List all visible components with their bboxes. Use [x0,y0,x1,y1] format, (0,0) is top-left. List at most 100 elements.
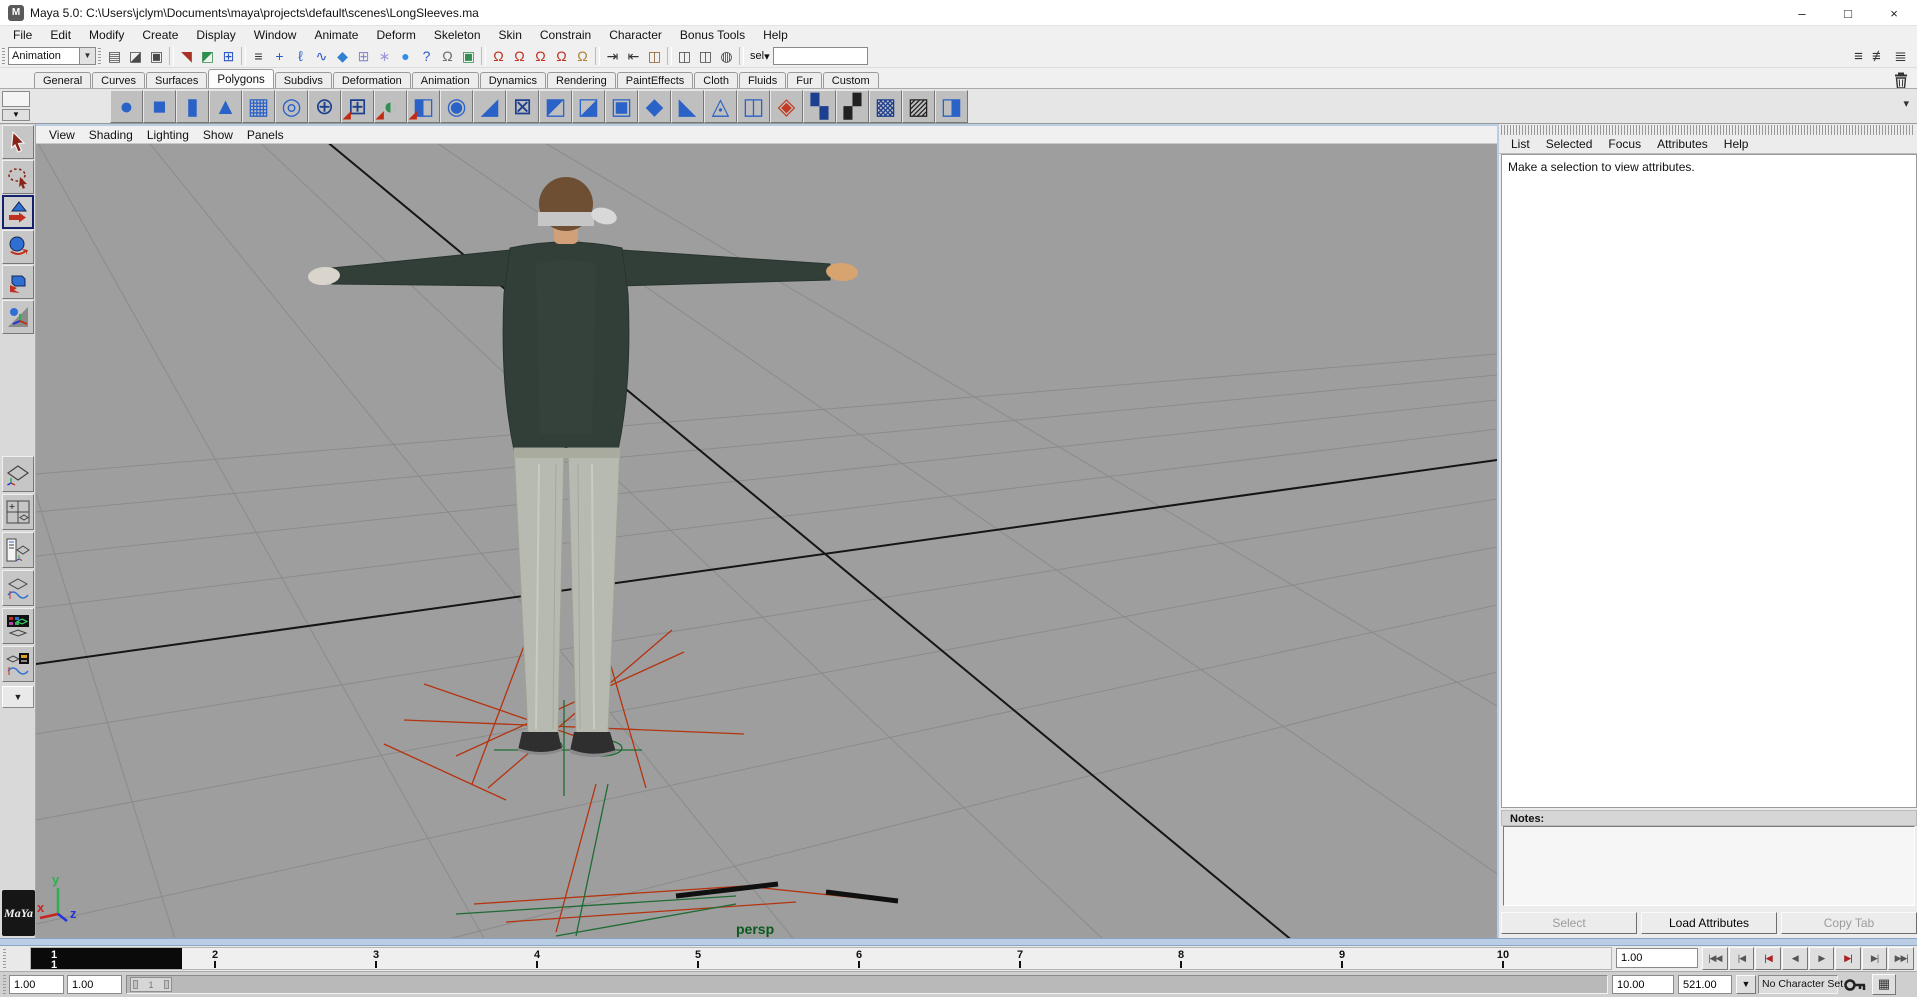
select-object-icon[interactable]: ◩ [197,46,218,66]
select-button[interactable]: Select [1501,912,1637,934]
render-current-frame-icon[interactable]: ◫ [674,46,695,66]
panel-splitter[interactable] [0,938,1917,946]
shelf-overflow-arrow-icon[interactable]: ▾ [1903,97,1909,110]
mask-handles-icon[interactable]: ℓ [290,46,311,66]
range-slider-drag-handle[interactable] [3,975,6,994]
menu-help[interactable]: Help [754,26,797,45]
extrude-edge-icon[interactable]: ◪ [572,90,605,123]
viewport-menu-panels[interactable]: Panels [240,127,291,143]
perspective-viewport-panel[interactable]: ViewShadingLightingShowPanels [36,124,1497,938]
animation-start-field[interactable] [9,975,64,994]
poly-sphere-icon[interactable]: ● [110,90,143,123]
uv-checker-icon[interactable]: ▞ [836,90,869,123]
split-polygon-tool-icon[interactable]: ⊠ [506,90,539,123]
shelf-item-view-button[interactable] [2,91,30,107]
ae-menu-focus[interactable]: Focus [1600,135,1649,154]
highlight-selection-icon[interactable]: ▣ [458,46,479,66]
script-editor-icon[interactable]: ▦ [1872,974,1896,995]
extract-icon[interactable]: ◧◢ [407,90,440,123]
copy-tab-button[interactable]: Copy Tab [1781,912,1917,934]
menu-edit[interactable]: Edit [41,26,80,45]
shelf-tab-fur[interactable]: Fur [787,72,822,88]
layout-more-button[interactable]: ▼ [2,686,34,708]
shelf-tab-fluids[interactable]: Fluids [739,72,786,88]
rotate-tool[interactable] [2,230,34,264]
layout-persp-outliner-button[interactable] [2,532,34,568]
select-component-icon[interactable]: ⊞ [218,46,239,66]
playback-start-field[interactable] [67,975,122,994]
subdivide-icon[interactable]: ◢ [473,90,506,123]
mask-points-icon[interactable]: + [269,46,290,66]
layout-persp-graph-button[interactable] [2,570,34,606]
range-handle-left-grip[interactable] [133,980,138,989]
scale-tool[interactable] [2,265,34,299]
attribute-editor-drag-handle[interactable] [1501,125,1915,135]
notes-field[interactable] [1503,826,1915,906]
close-button[interactable]: × [1871,0,1917,26]
mask-surfaces-icon[interactable]: ◆ [332,46,353,66]
uv-mapping-icon[interactable]: ▚ [803,90,836,123]
poke-face-icon[interactable]: ◬ [704,90,737,123]
step-forward-key-button[interactable]: ▶| [1835,947,1861,970]
layout-four-view-button[interactable] [2,494,34,530]
shelf-tab-general[interactable]: General [34,72,91,88]
uv-snapshot-icon[interactable]: ▨ [902,90,935,123]
combine-icon[interactable]: ◐◢ [374,90,407,123]
character-set-indicator[interactable]: No Character Set [1758,975,1838,994]
new-scene-icon[interactable]: ▤ [104,46,125,66]
layout-hypergraph-persp-button[interactable] [2,608,34,644]
status-line-drag-handle[interactable] [2,48,5,65]
mask-curves-icon[interactable]: ∿ [311,46,332,66]
ae-menu-help[interactable]: Help [1716,135,1757,154]
animation-end-field[interactable] [1678,975,1732,994]
quick-select-input[interactable] [773,47,868,65]
save-scene-icon[interactable]: ▣ [146,46,167,66]
play-backwards-button[interactable]: ◀ [1782,947,1808,970]
show-channels-layers-icon[interactable]: ≣ [1890,46,1911,66]
ipr-render-icon[interactable]: ◫ [695,46,716,66]
time-slider[interactable]: 1 12345678910 [30,947,1612,970]
quick-select-arrow-icon[interactable]: ▾ [764,50,770,63]
lock-icon[interactable]: Ω [437,46,458,66]
show-layer-editor-icon[interactable]: ≢ [1869,46,1890,66]
move-tool[interactable] [2,195,34,229]
load-attributes-button[interactable]: Load Attributes [1641,912,1777,934]
show-channel-box-icon[interactable]: ≡ [1848,46,1869,66]
snap-points-icon[interactable]: Ω [530,46,551,66]
ae-menu-attributes[interactable]: Attributes [1649,135,1716,154]
menu-set-selector[interactable]: Animation ▼ [8,47,96,65]
menu-modify[interactable]: Modify [80,26,133,45]
poly-cube-icon[interactable]: ■ [143,90,176,123]
construction-history-icon[interactable]: ◫ [644,46,665,66]
append-polygon-icon[interactable]: ⊞◢ [341,90,374,123]
trash-icon[interactable] [1891,70,1911,90]
poly-cylinder-icon[interactable]: ▮ [176,90,209,123]
shelf-tab-painteffects[interactable]: PaintEffects [617,72,694,88]
smooth-icon[interactable]: ◉ [440,90,473,123]
play-forwards-button[interactable]: ▶ [1809,947,1835,970]
menu-bonus-tools[interactable]: Bonus Tools [671,26,754,45]
shelf-tab-custom[interactable]: Custom [823,72,879,88]
shelf-tab-rendering[interactable]: Rendering [547,72,616,88]
viewport-menu-lighting[interactable]: Lighting [140,127,196,143]
select-tool[interactable] [2,125,34,159]
shelf-tab-dynamics[interactable]: Dynamics [480,72,546,88]
poly-cone-icon[interactable]: ▲ [209,90,242,123]
merge-vertices-icon[interactable]: ▣ [605,90,638,123]
playback-end-field[interactable] [1612,975,1674,994]
menu-file[interactable]: File [4,26,41,45]
uv-grid-icon[interactable]: ▩ [869,90,902,123]
snap-grids-icon[interactable]: Ω [488,46,509,66]
menu-skeleton[interactable]: Skeleton [425,26,490,45]
mask-misc-icon[interactable]: ? [416,46,437,66]
shelf-tab-curves[interactable]: Curves [92,72,145,88]
layout-single-persp-button[interactable] [2,456,34,492]
shelf-tab-polygons[interactable]: Polygons [208,69,273,88]
shelf-tab-surfaces[interactable]: Surfaces [146,72,207,88]
lasso-tool[interactable] [2,160,34,194]
create-polygon-tool-icon[interactable]: ⊕ [308,90,341,123]
step-back-frame-button[interactable]: |◀ [1729,947,1755,970]
viewport-menu-view[interactable]: View [42,127,82,143]
layout-persp-hypershade-button[interactable] [2,646,34,682]
minimize-button[interactable]: – [1779,0,1825,26]
